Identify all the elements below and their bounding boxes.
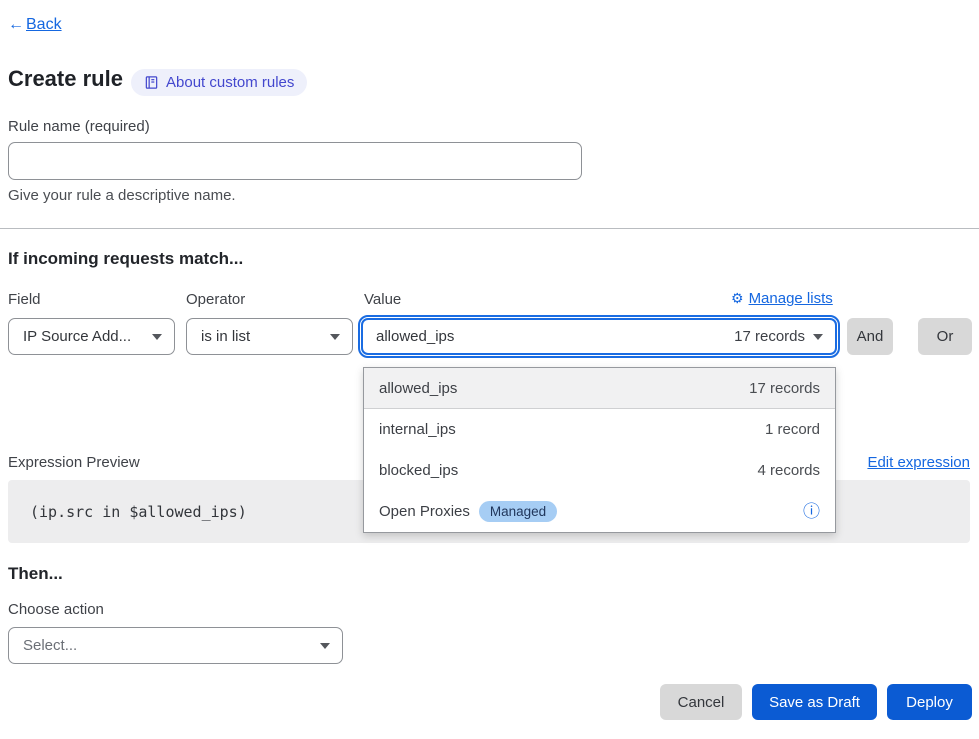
section-divider bbox=[0, 228, 979, 229]
book-icon bbox=[144, 75, 159, 90]
back-link-label: Back bbox=[26, 16, 62, 33]
chevron-down-icon bbox=[152, 334, 162, 340]
rule-name-help-text: Give your rule a descriptive name. bbox=[8, 187, 236, 204]
value-select-value: allowed_ips bbox=[376, 328, 454, 345]
list-item-name: internal_ips bbox=[379, 421, 456, 438]
deploy-button[interactable]: Deploy bbox=[887, 684, 972, 720]
back-link[interactable]: ←Back bbox=[8, 16, 62, 34]
and-button[interactable]: And bbox=[847, 318, 893, 355]
list-item-name: blocked_ips bbox=[379, 462, 458, 479]
chevron-down-icon bbox=[320, 643, 330, 649]
action-select-placeholder: Select... bbox=[23, 637, 77, 654]
or-button[interactable]: Or bbox=[918, 318, 972, 355]
list-item-records: 1 record bbox=[765, 421, 820, 438]
field-select-value: IP Source Add... bbox=[23, 328, 131, 345]
value-select[interactable]: allowed_ips 17 records bbox=[361, 318, 837, 355]
action-select[interactable]: Select... bbox=[8, 627, 343, 664]
field-select[interactable]: IP Source Add... bbox=[8, 318, 175, 355]
then-section-title: Then... bbox=[8, 564, 63, 584]
match-section-title: If incoming requests match... bbox=[8, 249, 243, 269]
rule-name-label: Rule name (required) bbox=[8, 118, 150, 135]
expression-code: (ip.src in $allowed_ips) bbox=[30, 503, 247, 521]
cancel-button[interactable]: Cancel bbox=[660, 684, 742, 720]
operator-select-value: is in list bbox=[201, 328, 250, 345]
operator-label: Operator bbox=[186, 291, 245, 308]
list-item-open-proxies[interactable]: Open Proxies Managed ⓘ bbox=[364, 491, 835, 532]
field-label: Field bbox=[8, 291, 41, 308]
gear-icon: ⚙ bbox=[731, 290, 744, 307]
operator-select[interactable]: is in list bbox=[186, 318, 353, 355]
manage-lists-label: Manage lists bbox=[749, 290, 833, 307]
chevron-down-icon bbox=[330, 334, 340, 340]
list-item-internal-ips[interactable]: internal_ips 1 record bbox=[364, 409, 835, 450]
value-select-records: 17 records bbox=[734, 328, 805, 345]
list-item-allowed-ips[interactable]: allowed_ips 17 records bbox=[364, 368, 835, 409]
chevron-down-icon bbox=[813, 334, 823, 340]
list-item-name: allowed_ips bbox=[379, 380, 457, 397]
create-rule-page: ←Back Create rule About custom rules Rul… bbox=[0, 0, 979, 739]
expression-preview-label: Expression Preview bbox=[8, 454, 140, 471]
page-title: Create rule bbox=[8, 66, 123, 92]
info-icon[interactable]: ⓘ bbox=[803, 503, 820, 520]
manage-lists-link[interactable]: ⚙ Manage lists bbox=[731, 290, 833, 307]
choose-action-label: Choose action bbox=[8, 601, 104, 618]
list-item-name: Open Proxies bbox=[379, 503, 470, 520]
about-badge-label: About custom rules bbox=[166, 74, 294, 91]
list-item-blocked-ips[interactable]: blocked_ips 4 records bbox=[364, 450, 835, 491]
edit-expression-link[interactable]: Edit expression bbox=[867, 454, 970, 471]
about-custom-rules-link[interactable]: About custom rules bbox=[131, 69, 307, 96]
save-as-draft-button[interactable]: Save as Draft bbox=[752, 684, 877, 720]
managed-badge: Managed bbox=[479, 501, 557, 522]
list-item-records: 17 records bbox=[749, 380, 820, 397]
list-item-records: 4 records bbox=[757, 462, 820, 479]
value-label: Value bbox=[364, 291, 401, 308]
back-arrow-icon: ← bbox=[8, 16, 24, 34]
value-dropdown-list: allowed_ips 17 records internal_ips 1 re… bbox=[363, 367, 836, 533]
rule-name-input[interactable] bbox=[8, 142, 582, 180]
